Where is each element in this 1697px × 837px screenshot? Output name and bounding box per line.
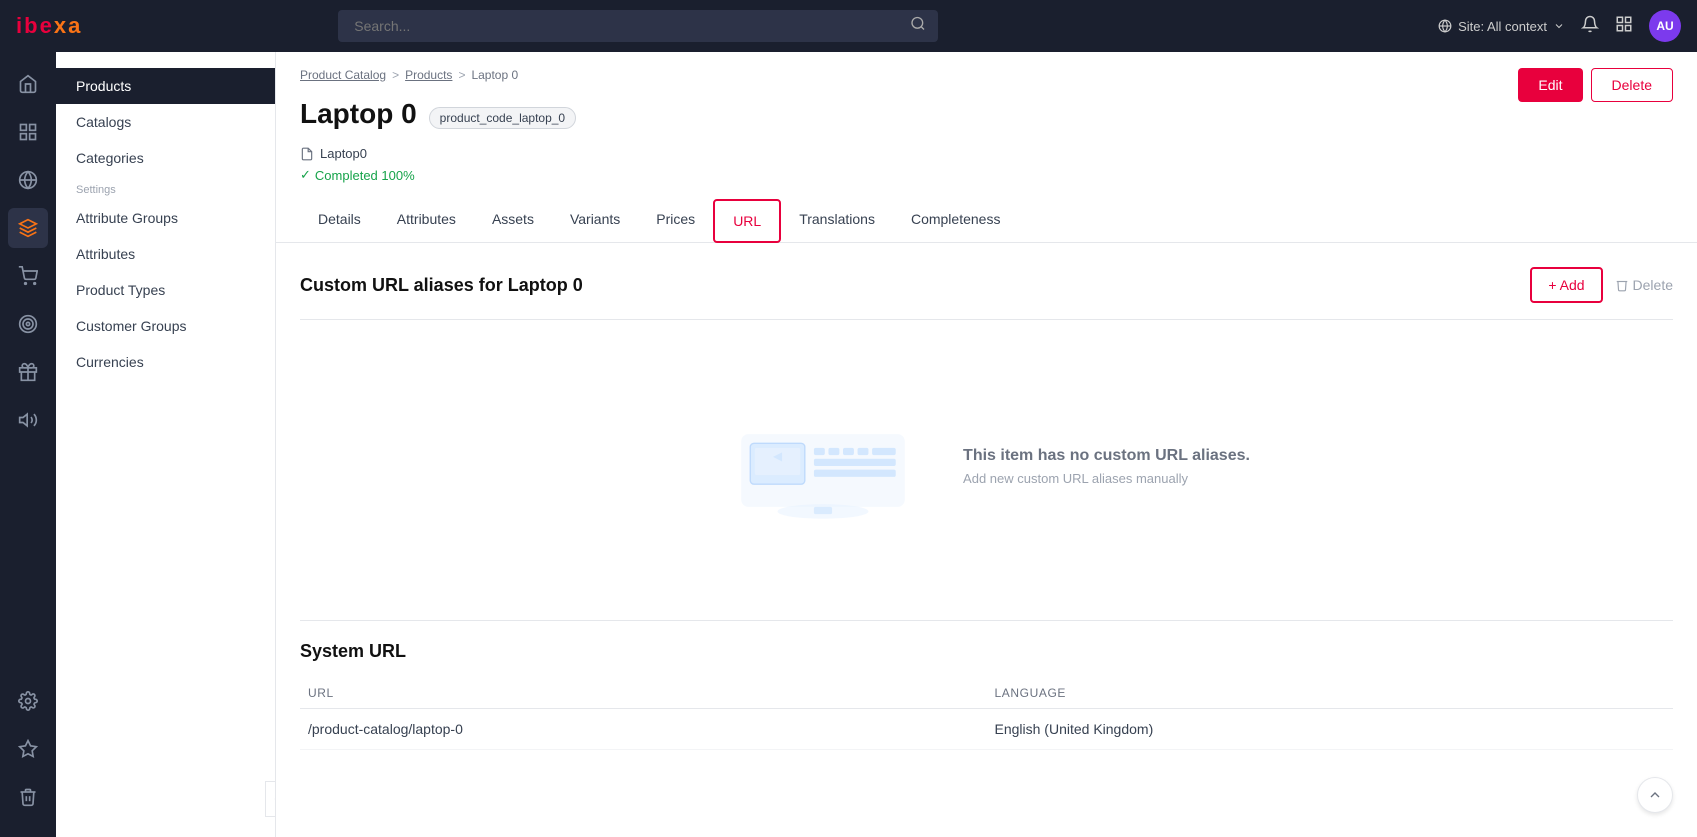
search-container xyxy=(338,10,938,42)
custom-url-title: Custom URL aliases for Laptop 0 xyxy=(300,275,583,296)
tabs: Details Attributes Assets Variants Price… xyxy=(276,199,1697,243)
tab-url[interactable]: URL xyxy=(713,199,781,243)
search-input[interactable] xyxy=(338,10,938,42)
url-tab-content: Custom URL aliases for Laptop 0 + Add De… xyxy=(276,243,1697,620)
sidebar-item-attribute-groups[interactable]: Attribute Groups xyxy=(56,200,275,236)
scroll-to-top-button[interactable] xyxy=(1637,777,1673,813)
empty-text: This item has no custom URL aliases. Add… xyxy=(963,447,1250,486)
tab-assets[interactable]: Assets xyxy=(474,199,552,243)
nav-star[interactable] xyxy=(8,729,48,769)
content-path: Laptop0 xyxy=(276,146,1697,167)
nav-trash[interactable] xyxy=(8,777,48,817)
language-value: English (United Kingdom) xyxy=(987,721,1674,737)
url-value: /product-catalog/laptop-0 xyxy=(300,721,987,737)
sidebar-item-categories[interactable]: Categories xyxy=(56,140,275,176)
topbar-right: Site: All context AU xyxy=(1438,10,1681,42)
sidebar-item-currencies[interactable]: Currencies xyxy=(56,344,275,380)
nav-target[interactable] xyxy=(8,304,48,344)
tab-prices[interactable]: Prices xyxy=(638,199,713,243)
sidebar-item-catalogs[interactable]: Catalogs xyxy=(56,104,275,140)
nav-stamp[interactable] xyxy=(8,352,48,392)
custom-url-section-header: Custom URL aliases for Laptop 0 + Add De… xyxy=(300,267,1673,320)
system-url-title: System URL xyxy=(300,621,1673,662)
completion-status: ✓ Completed 100% xyxy=(276,167,1697,199)
sidebar-item-products[interactable]: Products xyxy=(56,68,275,104)
nav-globe[interactable] xyxy=(8,160,48,200)
nav-grid[interactable] xyxy=(8,112,48,152)
language-column-header: Language xyxy=(987,686,1674,700)
section-actions: + Add Delete xyxy=(1530,267,1673,303)
apps-icon[interactable] xyxy=(1615,15,1633,38)
topbar: ibexa Site: All context AU xyxy=(0,0,1697,52)
search-icon xyxy=(910,16,926,37)
breadcrumb: Product Catalog > Products > Laptop 0 xyxy=(276,52,1697,90)
url-column-header: URL xyxy=(300,686,987,700)
arrow-up-icon xyxy=(1647,787,1663,803)
bell-icon[interactable] xyxy=(1581,15,1599,38)
tab-details[interactable]: Details xyxy=(300,199,379,243)
tab-attributes[interactable]: Attributes xyxy=(379,199,474,243)
sidebar-item-attributes[interactable]: Attributes xyxy=(56,236,275,272)
logo[interactable]: ibexa xyxy=(16,13,80,39)
tab-variants[interactable]: Variants xyxy=(552,199,638,243)
product-code-badge: product_code_laptop_0 xyxy=(429,107,576,129)
url-table-header: URL Language xyxy=(300,678,1673,709)
page-header: Laptop 0 product_code_laptop_0 xyxy=(276,90,1697,146)
sidebar-item-customer-groups[interactable]: Customer Groups xyxy=(56,308,275,344)
add-url-button[interactable]: + Add xyxy=(1530,267,1602,303)
sidebar-item-product-types[interactable]: Product Types xyxy=(56,272,275,308)
breadcrumb-current: Laptop 0 xyxy=(471,68,518,82)
tab-completeness[interactable]: Completeness xyxy=(893,199,1019,243)
nav-cart[interactable] xyxy=(8,256,48,296)
tab-translations[interactable]: Translations xyxy=(781,199,893,243)
settings-section-label: Settings xyxy=(56,176,275,200)
nav-products[interactable] xyxy=(8,208,48,248)
delete-url-button[interactable]: Delete xyxy=(1615,277,1673,293)
empty-state: This item has no custom URL aliases. Add… xyxy=(300,336,1673,596)
file-icon xyxy=(300,147,314,161)
breadcrumb-products[interactable]: Products xyxy=(405,68,452,82)
avatar[interactable]: AU xyxy=(1649,10,1681,42)
nav-home[interactable] xyxy=(8,64,48,104)
content: Edit Delete Product Catalog > Products >… xyxy=(276,52,1697,837)
icon-nav xyxy=(0,52,56,837)
sidebar-collapse-btn[interactable] xyxy=(265,781,276,817)
system-url-section: System URL URL Language /product-catalog… xyxy=(276,621,1697,750)
site-context[interactable]: Site: All context xyxy=(1438,19,1565,34)
page-title: Laptop 0 product_code_laptop_0 xyxy=(300,98,576,130)
trash-icon xyxy=(1615,278,1629,292)
main-layout: Products Catalogs Categories Settings At… xyxy=(0,52,1697,837)
breadcrumb-product-catalog[interactable]: Product Catalog xyxy=(300,68,386,82)
table-row: /product-catalog/laptop-0 English (Unite… xyxy=(300,709,1673,750)
sidebar: Products Catalogs Categories Settings At… xyxy=(56,52,276,837)
nav-megaphone[interactable] xyxy=(8,400,48,440)
empty-illustration xyxy=(723,396,923,536)
nav-settings[interactable] xyxy=(8,681,48,721)
